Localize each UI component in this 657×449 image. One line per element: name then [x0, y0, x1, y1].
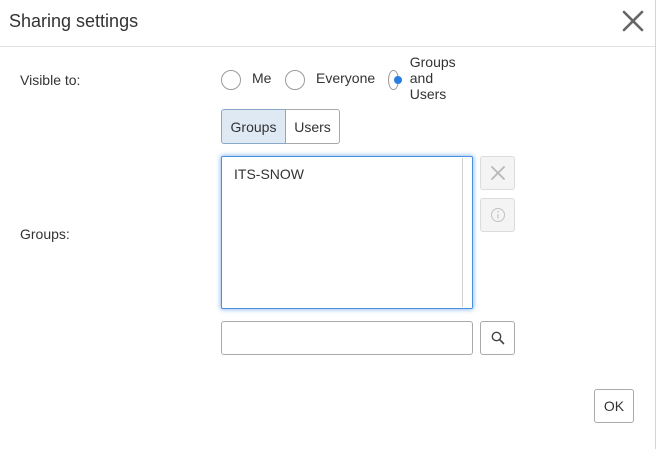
radio-me-indicator	[221, 70, 241, 90]
x-icon	[490, 166, 505, 180]
radio-everyone-label: Everyone	[316, 70, 376, 86]
radio-groups-and-users-label: Groups and Users	[409, 54, 456, 102]
close-icon	[622, 10, 644, 32]
dialog-header: Sharing settings	[0, 0, 655, 47]
groups-label: Groups:	[20, 226, 70, 242]
radio-me[interactable]: Me	[221, 68, 271, 92]
groups-listbox[interactable]: ITS-SNOW	[221, 156, 473, 309]
listbox-scrollbar[interactable]	[462, 158, 463, 307]
groups-tab-button[interactable]: Groups	[221, 109, 286, 144]
search-icon	[491, 331, 504, 345]
sharing-settings-dialog: Sharing settings Visible to: Me Everyone…	[0, 0, 656, 449]
close-button[interactable]	[620, 8, 646, 34]
radio-me-label: Me	[252, 70, 272, 86]
list-item[interactable]: ITS-SNOW	[234, 166, 304, 182]
remove-group-button[interactable]	[480, 156, 515, 190]
radio-everyone[interactable]: Everyone	[285, 68, 375, 92]
ok-button[interactable]: OK	[594, 389, 634, 423]
users-tab-button[interactable]: Users	[286, 109, 340, 144]
dialog-title: Sharing settings	[9, 11, 139, 31]
info-icon	[490, 208, 505, 222]
group-info-button[interactable]	[480, 198, 515, 232]
radio-groups-and-users-indicator	[388, 70, 402, 90]
group-search-input[interactable]	[221, 321, 473, 355]
groups-users-toggle: Groups Users	[221, 109, 340, 144]
visible-to-label: Visible to:	[20, 72, 81, 88]
radio-groups-and-users[interactable]: Groups and Users	[388, 54, 465, 102]
search-button[interactable]	[480, 321, 515, 355]
radio-everyone-indicator	[285, 70, 305, 90]
